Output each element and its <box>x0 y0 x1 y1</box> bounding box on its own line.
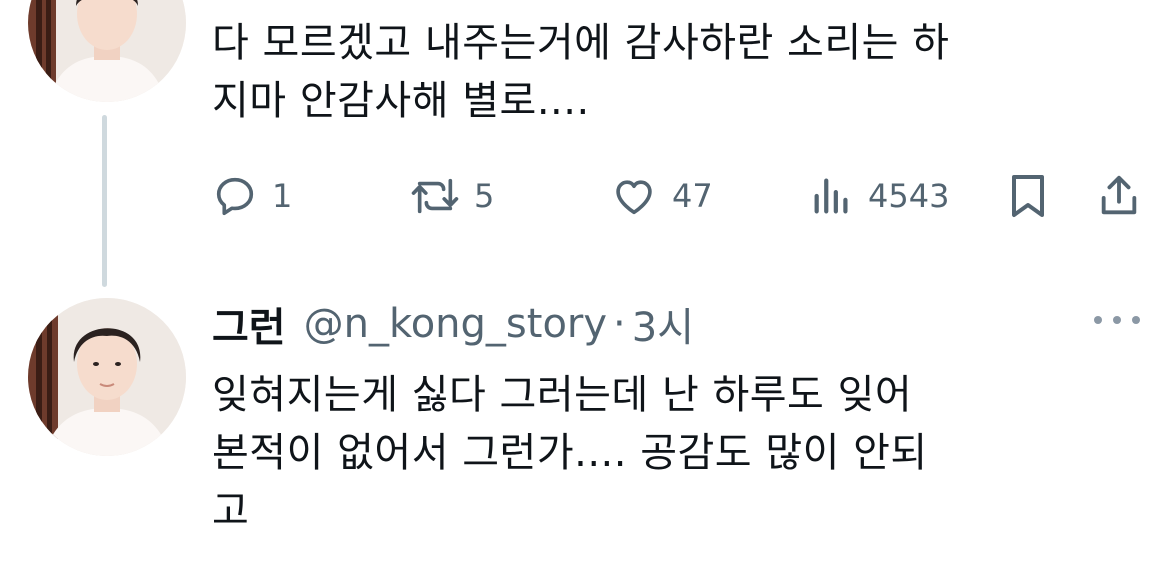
more-horizontal-icon <box>1094 316 1102 324</box>
like-count: 47 <box>672 177 713 215</box>
retweet-icon <box>411 178 459 214</box>
reply-count: 1 <box>272 177 293 215</box>
more-horizontal-icon <box>1113 316 1121 324</box>
retweet-count: 5 <box>474 177 495 215</box>
views-count: 4543 <box>868 177 950 215</box>
bookmark-icon <box>1012 175 1044 217</box>
timestamp[interactable]: 3시 <box>632 295 694 353</box>
reply-button[interactable]: 1 <box>212 168 292 224</box>
tweet-action-bar: 1 5 47 4543 <box>212 168 1152 224</box>
display-name[interactable]: 그런 <box>212 295 286 353</box>
views-icon <box>814 178 848 214</box>
tweet-text: 다 모르겠고 내주는거에 감사하란 소리는 하 지마 안감사해 별로.... <box>212 20 950 124</box>
more-horizontal-icon <box>1132 316 1140 324</box>
user-handle[interactable]: @n_kong_story <box>304 301 607 347</box>
views-button[interactable]: 4543 <box>810 168 949 224</box>
profile-photo <box>28 0 186 102</box>
avatar[interactable] <box>28 298 186 456</box>
reply-icon <box>216 177 254 216</box>
avatar[interactable] <box>28 0 186 102</box>
more-options-button[interactable] <box>1094 300 1140 340</box>
heart-icon <box>616 180 652 215</box>
tweet-header: 그런 @n_kong_story · 3시 <box>212 294 694 354</box>
separator-dot: · <box>613 301 626 347</box>
tweet-text: 잊혀지는게 싫다 그러는데 난 하루도 잊어 본적이 없어서 그런가.... 공… <box>212 372 928 534</box>
thread-connector-line <box>102 115 107 287</box>
bookmark-button[interactable] <box>1008 168 1048 224</box>
share-button[interactable] <box>1096 168 1142 224</box>
share-icon <box>1101 175 1137 215</box>
profile-photo <box>28 298 186 456</box>
retweet-button[interactable]: 5 <box>410 168 494 224</box>
like-button[interactable]: 47 <box>610 168 713 224</box>
